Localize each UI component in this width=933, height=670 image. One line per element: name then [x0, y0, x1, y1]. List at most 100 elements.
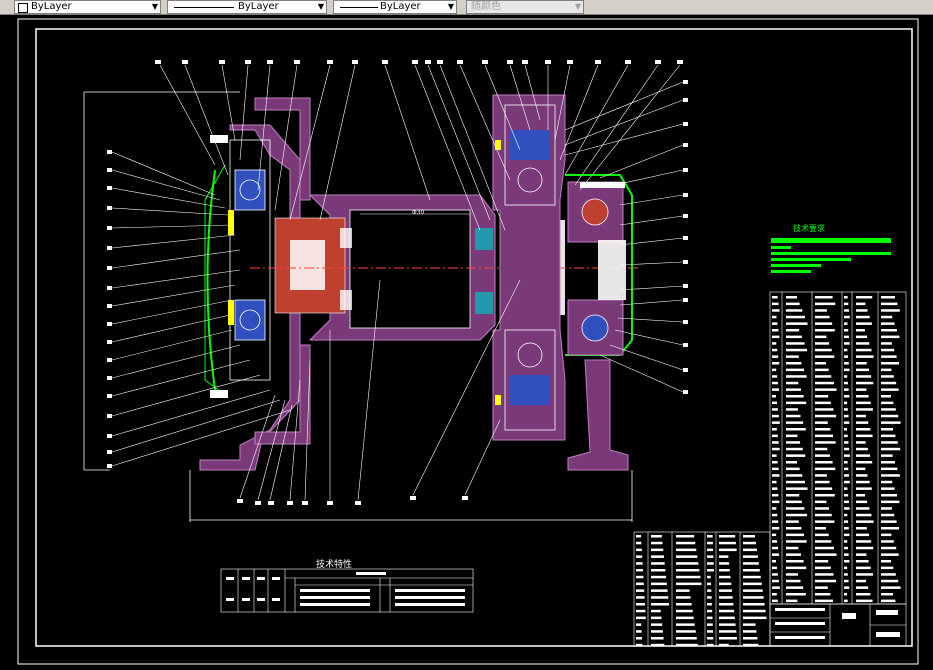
drawing-canvas[interactable]: Φ30 技术要求 技术特性: [0, 15, 933, 666]
table-cell-mark: [856, 302, 866, 306]
table-cell-mark: [881, 408, 896, 411]
table-cell-mark: [815, 533, 829, 537]
table-cell-mark: [856, 573, 873, 576]
table-cell-mark: [676, 541, 696, 545]
table-cell-mark: [707, 630, 714, 633]
table-cell-mark: [881, 335, 900, 339]
table-cell-mark: [719, 596, 733, 599]
linetype-control-dropdown[interactable]: ByLayer ▼: [167, 0, 327, 14]
table-cell-mark: [743, 589, 763, 592]
table-cell-mark: [636, 562, 643, 565]
table-cell-mark: [772, 309, 780, 312]
table-cell-mark: [743, 603, 765, 606]
table-cell-mark: [786, 329, 800, 332]
table-cell-mark: [815, 441, 836, 444]
table-cell-mark: [815, 494, 835, 497]
table-cell-mark: [786, 593, 806, 596]
table-cell-mark: [786, 520, 799, 523]
table-cell-mark: [844, 474, 850, 477]
table-cell-mark: [719, 535, 736, 538]
table-cell-mark: [815, 348, 832, 352]
table-cell-mark: [786, 441, 801, 444]
table-cell-mark: [636, 630, 642, 633]
table-cell-mark: [743, 562, 759, 565]
chevron-down-icon[interactable]: ▼: [575, 1, 581, 13]
table-cell-mark: [881, 434, 896, 438]
tech-req-title: 技术要求: [793, 223, 825, 233]
lineweight-control-dropdown[interactable]: ByLayer ▼: [333, 0, 457, 14]
table-cell-mark: [636, 541, 642, 545]
table-cell-mark: [881, 593, 893, 596]
table-cell-mark: [856, 527, 867, 530]
table-cell-mark: [786, 302, 800, 306]
color-control-dropdown[interactable]: ByLayer ▼: [14, 0, 161, 14]
table-cell-mark: [856, 348, 872, 352]
table-cell-mark: [815, 315, 830, 319]
table-cell-mark: [676, 630, 696, 633]
table-cell-mark: [786, 315, 805, 319]
table-cell-mark: [772, 513, 778, 517]
plotstyle-control-dropdown[interactable]: 随颜色 ▼: [466, 0, 584, 14]
table-cell-mark: [856, 355, 874, 358]
table-cell-mark: [676, 562, 699, 565]
table-cell-mark: [786, 342, 805, 345]
table-cell-mark: [743, 535, 755, 538]
table-cell-mark: [786, 467, 800, 471]
table-cell-mark: [786, 428, 806, 431]
table-cell-mark: [844, 408, 848, 411]
table-cell-mark: [743, 637, 758, 640]
table-cell-mark: [772, 573, 778, 576]
table-cell-mark: [856, 315, 870, 319]
table-cell-mark: [815, 375, 832, 378]
table-cell-mark: [636, 603, 645, 606]
balloon-tags-right: [683, 80, 688, 394]
table-cell-mark: [772, 362, 780, 365]
table-cell-mark: [856, 428, 871, 431]
table-cell-mark: [856, 540, 872, 543]
table-cell-mark: [786, 348, 808, 352]
table-cell-mark: [786, 381, 799, 385]
table-cell-mark: [856, 454, 871, 457]
table-cell-mark: [651, 582, 667, 586]
cad-drawing: Φ30 技术要求 技术特性: [17, 18, 919, 665]
table-cell-mark: [786, 322, 808, 325]
table-cell-mark: [844, 447, 850, 451]
table-cell-mark: [772, 388, 780, 391]
table-cell-mark: [881, 348, 895, 352]
table-cell-mark: [856, 329, 865, 332]
table-cell-mark: [815, 566, 831, 570]
table-cell-mark: [772, 546, 779, 550]
table-cell-mark: [772, 329, 779, 332]
table-cell-mark: [772, 553, 780, 556]
table-cell-mark: [772, 342, 777, 345]
table-cell-mark: [772, 593, 777, 596]
table-cell-mark: [856, 434, 873, 438]
table-cell-mark: [815, 527, 826, 530]
table-cell-mark: [881, 381, 897, 385]
chevron-down-icon[interactable]: ▼: [318, 1, 324, 13]
table-cell-mark: [844, 487, 848, 490]
table-cell-mark: [636, 616, 646, 620]
table-cell-mark: [786, 335, 802, 339]
table-cell-mark: [719, 582, 732, 586]
table-cell-mark: [786, 434, 798, 438]
table-cell-mark: [707, 535, 713, 538]
table-cell-mark: [772, 461, 778, 464]
table-cell-mark: [772, 520, 779, 523]
balloon-tags-top: [155, 60, 683, 64]
table-cell-mark: [772, 375, 778, 378]
table-cell-mark: [636, 609, 646, 613]
table-cell-mark: [651, 541, 663, 545]
table-cell-mark: [772, 500, 780, 504]
table-cell-mark: [786, 474, 803, 477]
table-cell-mark: [844, 315, 850, 319]
table-cell-mark: [636, 637, 642, 640]
table-cell-mark: [844, 388, 849, 391]
table-cell-mark: [772, 586, 780, 589]
table-cell-mark: [786, 355, 799, 358]
table-cell-mark: [881, 315, 893, 319]
table-cell-mark: [881, 401, 894, 405]
chevron-down-icon[interactable]: ▼: [448, 1, 454, 13]
chevron-down-icon[interactable]: ▼: [152, 1, 158, 13]
table-cell-mark: [786, 566, 807, 570]
